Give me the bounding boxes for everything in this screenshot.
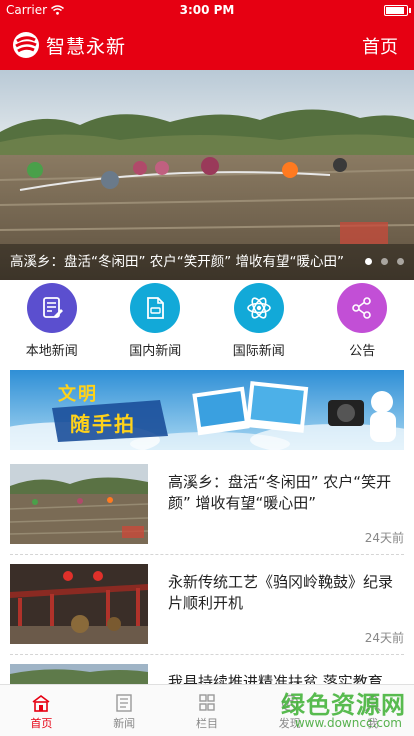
divider: [10, 554, 404, 555]
category-local-news[interactable]: 本地新闻: [0, 280, 104, 370]
home-icon: [32, 695, 50, 712]
news-time: 24天前: [364, 531, 404, 545]
tab-label: 我: [367, 717, 379, 730]
carousel-dot[interactable]: [397, 258, 404, 265]
tab-label: 首页: [30, 717, 53, 730]
news-item[interactable]: 我县持续推进精准扶贫 落实教育: [10, 664, 404, 684]
carousel-dot[interactable]: [381, 258, 388, 265]
category-label: 本地新闻: [25, 344, 78, 359]
grid-icon: [199, 694, 215, 711]
promo-slogan-line2: 随手拍: [70, 412, 136, 436]
bottom-tab-bar: 首页 新闻 栏目 发现 我: [0, 684, 414, 736]
news-thumbnail: [10, 564, 148, 644]
tab-home[interactable]: 首页: [0, 685, 83, 736]
divider: [10, 654, 404, 655]
app-header: 智慧永新 首页: [0, 20, 414, 70]
app-title: 智慧永新: [46, 36, 127, 58]
promo-banner[interactable]: 文明 随手拍: [10, 370, 404, 450]
category-label: 国际新闻: [232, 344, 285, 359]
clock: 3:00 PM: [179, 3, 235, 17]
tab-news[interactable]: 新闻: [83, 685, 166, 736]
news-thumbnail: [10, 464, 148, 544]
tab-profile[interactable]: 我: [331, 685, 414, 736]
app-logo-icon: [13, 32, 39, 58]
news-item[interactable]: 永新传统工艺《驺冈岭鞔鼓》纪录片顺利开机 24天前: [10, 564, 404, 650]
status-bar: Carrier 3:00 PM: [0, 0, 414, 20]
share-icon: [337, 283, 388, 333]
news-headline: 永新传统工艺《驺冈岭鞔鼓》纪录片顺利开机: [168, 573, 394, 612]
category-national-news[interactable]: 国内新闻: [104, 280, 208, 370]
news-headline: 高溪乡：盘活“冬闲田” 农户“笑开颜” 增收有望“暖心田”: [168, 473, 392, 512]
hero-carousel[interactable]: 高溪乡：盘活“冬闲田” 农户“笑开颜” 增收有望“暖心田”: [0, 70, 414, 280]
national-news-icon: [130, 283, 181, 333]
category-label: 公告: [349, 344, 376, 359]
news-thumbnail: [10, 664, 148, 684]
category-international-news[interactable]: 国际新闻: [207, 280, 311, 370]
promo-slogan-line1: 文明: [58, 384, 98, 405]
local-news-icon: [26, 283, 77, 333]
carousel-indicator: [365, 258, 404, 265]
discover-icon: [281, 694, 298, 712]
category-label: 国内新闻: [129, 344, 182, 359]
category-announcements[interactable]: 公告: [311, 280, 414, 370]
news-item[interactable]: 高溪乡：盘活“冬闲田” 农户“笑开颜” 增收有望“暖心田” 24天前: [10, 464, 404, 550]
tab-label: 栏目: [195, 717, 218, 730]
tab-columns[interactable]: 栏目: [166, 685, 249, 736]
profile-icon: [364, 695, 381, 712]
banner-caption[interactable]: 高溪乡：盘活“冬闲田” 农户“笑开颜” 增收有望“暖心田”: [10, 250, 344, 270]
tab-label: 新闻: [113, 717, 136, 730]
home-link[interactable]: 首页: [362, 33, 398, 59]
battery-icon: [384, 5, 411, 16]
atom-icon: [233, 283, 284, 333]
news-headline: 我县持续推进精准扶贫 落实教育: [168, 673, 383, 684]
carousel-dot[interactable]: [365, 258, 372, 265]
category-row: 本地新闻 国内新闻 国际新闻 公告: [0, 280, 414, 370]
news-time: 24天前: [364, 631, 404, 645]
tab-discover[interactable]: 发现: [248, 685, 331, 736]
tab-label: 发现: [278, 717, 301, 730]
news-icon: [116, 694, 132, 712]
